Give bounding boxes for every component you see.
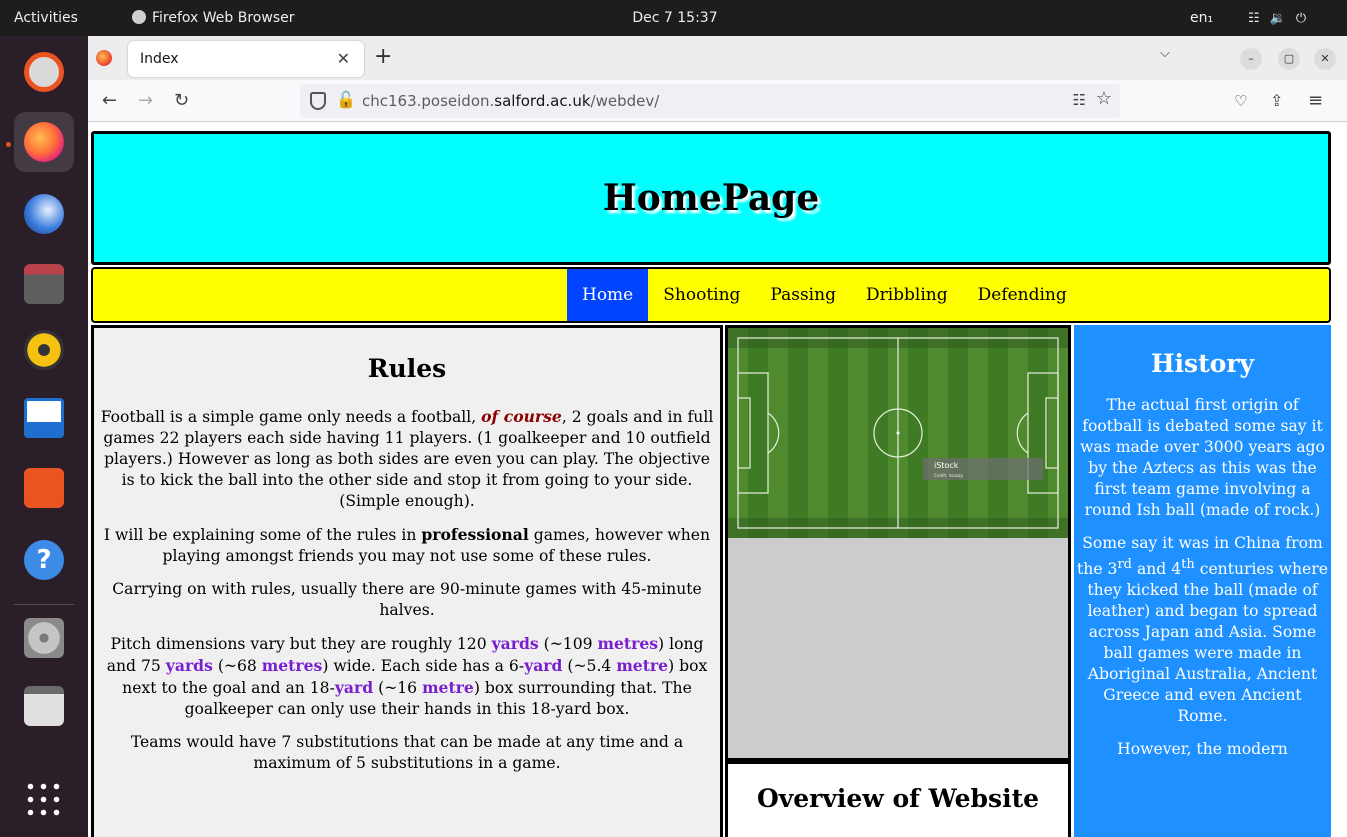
history-section: History The actual first origin of footb… <box>1074 325 1331 837</box>
firefox-view-icon[interactable] <box>96 50 112 66</box>
app-menu[interactable]: Firefox Web Browser <box>132 0 295 36</box>
tab-title: Index <box>140 51 179 67</box>
dock-help[interactable]: ? <box>14 530 74 590</box>
tab-close-icon[interactable]: ✕ <box>337 41 350 77</box>
nav-shooting[interactable]: Shooting <box>648 269 755 321</box>
rules-paragraph-2: I will be explaining some of the rules i… <box>103 525 711 565</box>
tab-index[interactable]: Index ✕ <box>128 41 364 77</box>
history-paragraph-2: Some say it was in China from the 3rd an… <box>1077 534 1328 726</box>
nav-home[interactable]: Home <box>567 269 649 321</box>
show-apps-button[interactable] <box>14 770 74 830</box>
dock-software[interactable] <box>14 458 74 518</box>
forward-icon[interactable]: → <box>138 80 153 122</box>
bookmark-star-icon[interactable]: ☆ <box>1096 88 1112 109</box>
share-icon[interactable]: ⇪ <box>1270 80 1283 122</box>
system-top-bar: Activities Firefox Web Browser Dec 7 15:… <box>0 0 1347 36</box>
firefox-icon <box>24 122 64 162</box>
activities-button[interactable]: Activities <box>14 0 78 36</box>
menu-icon[interactable]: ≡ <box>1308 80 1323 122</box>
firefox-window: Index ✕ + ⌵ – ▢ ✕ ← → ↻ 🔓 chc163.poseido… <box>88 36 1347 837</box>
app-name: Firefox Web Browser <box>152 10 295 26</box>
dock-rhythmbox[interactable] <box>14 320 74 380</box>
web-page: HomePage Home Shooting Passing Dribbling… <box>88 123 1347 837</box>
rules-paragraph-3: Carrying on with rules, usually there ar… <box>112 580 702 619</box>
minimize-button[interactable]: – <box>1240 48 1262 70</box>
image-watermark-sub: Credit: Iscazzy <box>934 473 964 478</box>
page-header: HomePage <box>91 131 1331 265</box>
new-tab-button[interactable]: + <box>374 44 392 70</box>
disk-icon <box>24 52 64 92</box>
url-bar[interactable]: 🔓 chc163.poseidon.salford.ac.uk/webdev/ … <box>300 84 1120 118</box>
dock-files[interactable] <box>14 254 74 314</box>
nav-dribbling[interactable]: Dribbling <box>851 269 963 321</box>
running-indicator <box>6 142 11 147</box>
trash-icon <box>24 686 64 726</box>
network-icon: ☷ <box>1248 11 1260 26</box>
list-tabs-icon[interactable]: ⌵ <box>1160 46 1170 61</box>
dock-trash[interactable] <box>14 676 74 736</box>
url-text[interactable]: chc163.poseidon.salford.ac.uk/webdev/ <box>362 84 659 118</box>
rules-paragraph-4: Pitch dimensions vary but they are rough… <box>106 634 708 718</box>
site-nav: Home Shooting Passing Dribbling Defendin… <box>91 267 1331 323</box>
history-heading: History <box>1150 349 1255 378</box>
optical-drive-icon <box>24 618 64 658</box>
maximize-button[interactable]: ▢ <box>1278 48 1300 70</box>
insecure-lock-icon[interactable]: 🔓 <box>336 90 356 109</box>
power-icon: ⏻ <box>1295 11 1307 26</box>
dock-disk-app[interactable] <box>14 42 74 102</box>
input-language[interactable]: en₁ <box>1190 0 1213 36</box>
football-pitch-image: iStock Credit: Iscazzy <box>728 328 1068 538</box>
dock: ? <box>0 36 88 837</box>
help-icon: ? <box>24 540 64 580</box>
overview-section: Overview of Website <box>725 761 1071 837</box>
dock-writer[interactable] <box>14 388 74 448</box>
rules-paragraph-1: Football is a simple game only needs a f… <box>100 407 714 510</box>
pocket-icon[interactable]: ♡ <box>1234 80 1247 122</box>
dock-separator <box>14 604 74 605</box>
reload-icon[interactable]: ↻ <box>174 80 189 122</box>
grid-icon <box>24 780 64 820</box>
dock-optical-drive[interactable] <box>14 608 74 668</box>
page-title: HomePage <box>602 177 820 219</box>
nav-defending[interactable]: Defending <box>963 269 1082 321</box>
close-window-button[interactable]: ✕ <box>1314 48 1336 70</box>
history-paragraph-1: The actual first origin of football is d… <box>1080 396 1325 519</box>
history-paragraph-3: However, the modern <box>1117 740 1288 759</box>
rhythmbox-icon <box>24 330 64 370</box>
nav-passing[interactable]: Passing <box>755 269 851 321</box>
overview-heading: Overview of Website <box>756 784 1040 813</box>
thunderbird-icon <box>24 194 64 234</box>
volume-icon: 🔉 <box>1269 11 1286 26</box>
rules-paragraph-5: Teams would have 7 substitutions that ca… <box>130 733 684 772</box>
navigation-toolbar: ← → ↻ 🔓 chc163.poseidon.salford.ac.uk/we… <box>88 80 1347 122</box>
rules-section: Rules Football is a simple game only nee… <box>91 325 723 837</box>
dock-thunderbird[interactable] <box>14 184 74 244</box>
app-center-icon <box>24 468 64 508</box>
tracking-protection-icon[interactable] <box>310 92 326 110</box>
tab-bar: Index ✕ + ⌵ – ▢ ✕ <box>88 36 1347 80</box>
system-menu[interactable]: ☷ 🔉 ⏻ <box>1248 0 1338 36</box>
rules-heading: Rules <box>367 354 447 383</box>
files-icon <box>24 264 64 304</box>
reader-view-icon[interactable]: ☷ <box>1073 91 1086 109</box>
firefox-icon <box>132 10 146 24</box>
writer-icon <box>24 398 64 438</box>
clock[interactable]: Dec 7 15:37 <box>600 0 750 36</box>
dock-firefox[interactable] <box>14 112 74 172</box>
back-icon[interactable]: ← <box>102 80 117 122</box>
image-panel: iStock Credit: Iscazzy <box>725 325 1071 761</box>
image-watermark: iStock <box>934 461 959 470</box>
